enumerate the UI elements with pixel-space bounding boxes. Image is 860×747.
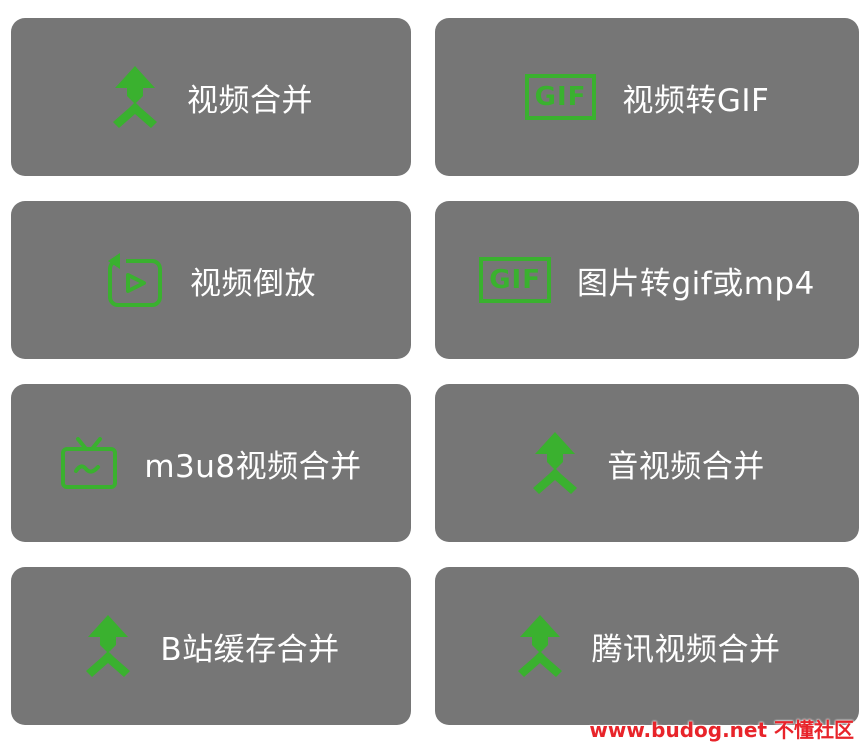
- merge-arrow-icon: [82, 613, 134, 679]
- tile-label: m3u8视频合并: [144, 448, 362, 485]
- tv-icon: [60, 435, 118, 491]
- tile-label: B站缓存合并: [160, 631, 340, 668]
- merge-arrow-icon: [529, 430, 581, 496]
- tencent-video-merge-button[interactable]: 腾讯视频合并: [435, 567, 859, 725]
- bilibili-cache-merge-button[interactable]: B站缓存合并: [11, 567, 411, 725]
- m3u8-merge-button[interactable]: m3u8视频合并: [11, 384, 411, 542]
- video-merge-button[interactable]: 视频合并: [11, 18, 411, 176]
- tile-label: 音视频合并: [607, 448, 765, 485]
- tool-grid: 视频合并 GIF 视频转GIF 视频倒放 GIF 图片转gif或mp4 m3u8…: [0, 0, 860, 747]
- merge-arrow-icon: [514, 613, 566, 679]
- gif-icon-text: GIF: [524, 74, 597, 120]
- tile-label: 视频合并: [187, 82, 313, 119]
- merge-arrow-icon: [109, 64, 161, 130]
- reverse-play-icon: [106, 251, 164, 309]
- gif-icon: GIF: [479, 257, 551, 303]
- gif-icon-text: GIF: [479, 257, 551, 303]
- video-to-gif-button[interactable]: GIF 视频转GIF: [435, 18, 859, 176]
- image-to-gif-mp4-button[interactable]: GIF 图片转gif或mp4: [435, 201, 859, 359]
- tile-label: 腾讯视频合并: [591, 631, 781, 668]
- audio-video-merge-button[interactable]: 音视频合并: [435, 384, 859, 542]
- video-reverse-button[interactable]: 视频倒放: [11, 201, 411, 359]
- gif-icon: GIF: [524, 74, 597, 120]
- tile-label: 视频倒放: [190, 265, 316, 302]
- tile-label: 视频转GIF: [622, 82, 770, 119]
- tile-label: 图片转gif或mp4: [576, 265, 815, 302]
- site-watermark: www.budog.net 不懂社区: [589, 718, 854, 742]
